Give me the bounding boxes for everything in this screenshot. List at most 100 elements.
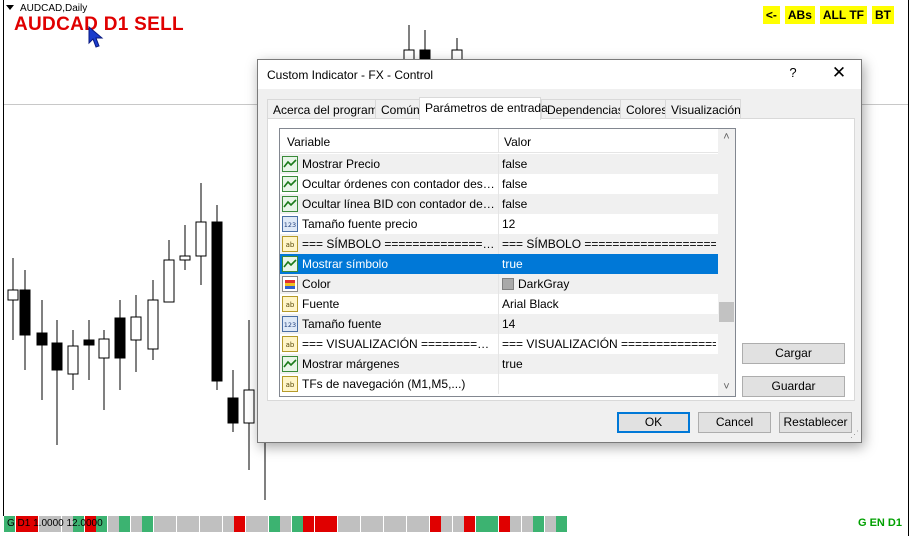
back-button[interactable]: <- [762, 6, 780, 24]
dialog-title: Custom Indicator - FX - Control [267, 68, 434, 82]
parameter-name: Mostrar símbolo [302, 257, 389, 271]
parameter-value[interactable]: false [502, 157, 716, 171]
status-cell [303, 516, 314, 532]
string-icon: ab [282, 236, 298, 252]
color-swatch[interactable] [502, 278, 514, 290]
parameter-row[interactable]: 123 Tamaño fuente 14 [280, 314, 718, 334]
parameter-row[interactable]: 123 Tamaño fuente precio 12 [280, 214, 718, 234]
cell-separator [498, 154, 499, 174]
candle-body [227, 397, 239, 424]
column-header-value[interactable]: Valor [504, 135, 531, 149]
parameter-row[interactable]: Mostrar Precio false [280, 154, 718, 174]
cell-separator [498, 194, 499, 214]
parameter-value[interactable]: 14 [502, 317, 716, 331]
scroll-thumb[interactable] [719, 302, 734, 322]
parameter-row[interactable]: ab Fuente Arial Black [280, 294, 718, 314]
candle-body [98, 338, 110, 359]
abs-button[interactable]: ABs [784, 6, 815, 24]
parameter-row[interactable]: Color DarkGray [280, 274, 718, 294]
parameter-value[interactable]: === SÍMBOLO ====================== [502, 237, 716, 251]
cell-separator [498, 294, 499, 314]
tab-parametros[interactable]: Parámetros de entrada [419, 97, 548, 120]
tab-colores[interactable]: Colores [620, 99, 667, 119]
candle-body [243, 389, 255, 424]
load-button[interactable]: Cargar [742, 343, 845, 364]
parameter-value[interactable]: 12 [502, 217, 716, 231]
parameter-name: === VISUALIZACIÓN ======================… [302, 337, 496, 351]
status-cell [556, 516, 567, 532]
parameter-row[interactable]: Ocultar línea BID con contador desactiva… [280, 194, 718, 214]
tab-dependencias[interactable]: Dependencias [541, 99, 624, 119]
svg-text:ab: ab [286, 241, 295, 249]
status-cell [418, 516, 429, 532]
parameter-value[interactable]: === VISUALIZACIÓN =============== [502, 337, 716, 351]
help-button[interactable]: ? [783, 65, 803, 80]
cell-separator [498, 374, 499, 394]
parameter-name: Ocultar línea BID con contador desactiva… [302, 197, 496, 211]
status-cell [326, 516, 337, 532]
bool-icon [282, 196, 298, 212]
timeframe-status-strip: G D1 1.0000 12.0000 G EN D1 [4, 516, 908, 532]
parameters-grid[interactable]: Variable Valor Mostrar Precio false Oculta… [279, 128, 736, 397]
status-cell [314, 516, 326, 532]
status-cell [291, 516, 303, 532]
cell-separator [498, 254, 499, 274]
status-cell [257, 516, 268, 532]
status-cell [533, 516, 544, 532]
column-separator[interactable] [498, 129, 499, 153]
parameter-value[interactable]: DarkGray [502, 277, 716, 291]
close-button[interactable]: ✕ [829, 63, 849, 83]
tab-acerca[interactable]: Acerca del programa [267, 99, 384, 119]
parameter-rows: Mostrar Precio false Ocultar órdenes con c… [280, 154, 718, 394]
status-cell [130, 516, 142, 532]
parameter-value[interactable]: false [502, 177, 716, 191]
parameter-value[interactable]: true [502, 357, 716, 371]
grid-header: Variable Valor [280, 129, 735, 153]
all-tf-button[interactable]: ALL TF [819, 6, 867, 24]
status-cell [429, 516, 441, 532]
parameter-row[interactable]: Ocultar órdenes con contador desactivado… [280, 174, 718, 194]
string-icon: ab [282, 376, 298, 392]
resize-grip-icon[interactable]: ⋰ [850, 429, 859, 440]
mouse-cursor-icon [88, 26, 104, 48]
number-icon: 123 [282, 216, 298, 232]
reset-button[interactable]: Restablecer [779, 412, 852, 433]
bt-button[interactable]: BT [872, 6, 894, 24]
column-header-variable[interactable]: Variable [287, 135, 330, 149]
cancel-button[interactable]: Cancel [698, 412, 771, 433]
status-cell [349, 516, 360, 532]
chart-menu-arrow-icon[interactable] [6, 5, 14, 10]
cell-separator [498, 274, 499, 294]
parameter-value[interactable]: true [502, 257, 716, 271]
string-icon: ab [282, 296, 298, 312]
tab-comun[interactable]: Común [375, 99, 420, 119]
parameter-row[interactable]: ab === VISUALIZACIÓN ====================… [280, 334, 718, 354]
status-cell [222, 516, 234, 532]
save-button[interactable]: Guardar [742, 376, 845, 397]
parameter-name: Fuente [302, 297, 340, 311]
scroll-down-icon[interactable]: ˅ [718, 379, 735, 396]
parameter-value[interactable]: false [502, 197, 716, 211]
tab-visualizacion[interactable]: Visualización [665, 99, 741, 119]
vertical-scrollbar[interactable]: ˄ ˅ [718, 129, 735, 396]
parameter-row[interactable]: ab === SÍMBOLO ==========================… [280, 234, 718, 254]
price-axis[interactable] [908, 0, 913, 536]
chart-symbol-title: AUDCAD,Daily [20, 3, 88, 14]
status-cell [199, 516, 211, 532]
status-cell [268, 516, 280, 532]
parameter-row[interactable]: Mostrar márgenes true [280, 354, 718, 374]
candle-body [114, 317, 126, 359]
parameter-row[interactable]: Mostrar símbolo true [280, 254, 718, 274]
scroll-up-icon[interactable]: ˄ [718, 129, 735, 146]
parameter-name: Ocultar órdenes con contador desactivado [302, 177, 496, 191]
dialog-titlebar[interactable]: Custom Indicator - FX - Control ? ✕ [258, 60, 861, 89]
ok-button[interactable]: OK [617, 412, 690, 433]
candle-body [83, 339, 95, 346]
parameter-name: === SÍMBOLO ============================… [302, 237, 496, 251]
svg-text:ab: ab [286, 381, 295, 389]
parameter-value[interactable]: Arial Black [502, 297, 716, 311]
status-cell [107, 516, 119, 532]
status-cell [395, 516, 406, 532]
parameter-row[interactable]: ab TFs de navegación (M1,M5,...) [280, 374, 718, 394]
status-cell [153, 516, 165, 532]
